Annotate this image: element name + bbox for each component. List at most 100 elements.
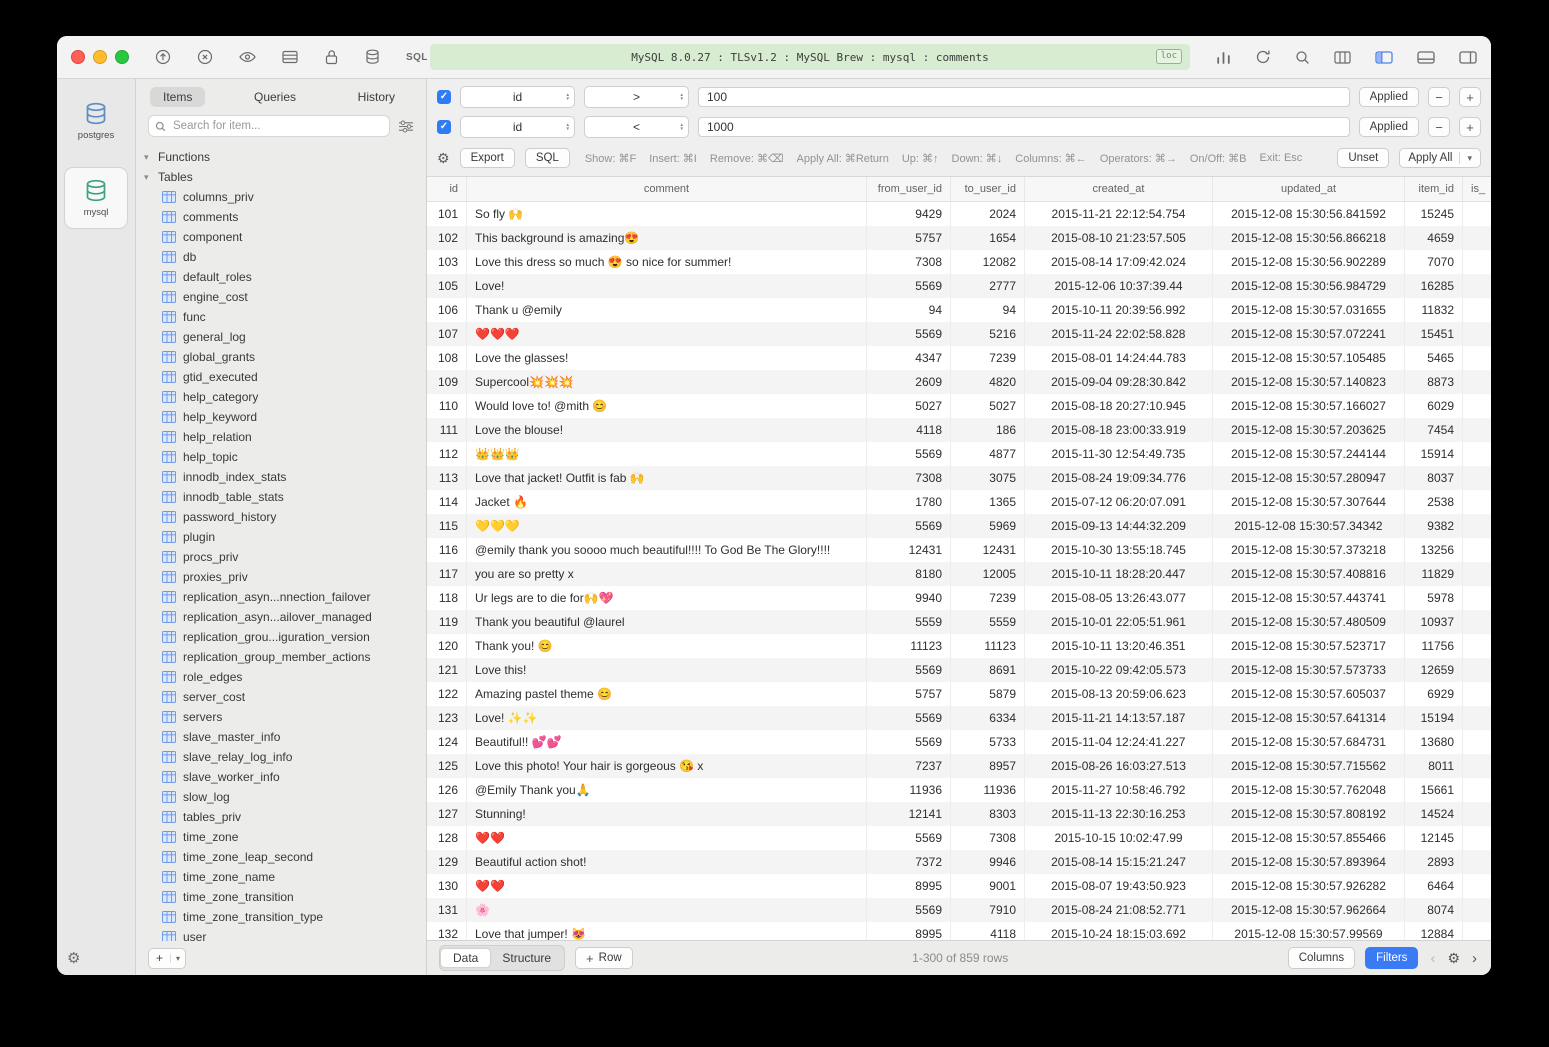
cell-id[interactable]: 106: [427, 298, 467, 322]
cell-is_[interactable]: [1463, 850, 1491, 874]
cell-created_at[interactable]: 2015-08-07 19:43:50.923: [1025, 874, 1213, 898]
cell-created_at[interactable]: 2015-07-12 06:20:07.091: [1025, 490, 1213, 514]
sidebar-table-procs_priv[interactable]: procs_priv: [144, 547, 426, 567]
toggle-bottom-panel-icon[interactable]: [1417, 48, 1435, 66]
table-row-110[interactable]: 110Would love to! @mith 😊502750272015-08…: [427, 394, 1491, 418]
cell-is_[interactable]: [1463, 874, 1491, 898]
cell-created_at[interactable]: 2015-08-14 17:09:42.024: [1025, 250, 1213, 274]
sidebar-table-help_topic[interactable]: help_topic: [144, 447, 426, 467]
cell-created_at[interactable]: 2015-12-06 10:37:39.44: [1025, 274, 1213, 298]
cell-item_id[interactable]: 10937: [1405, 610, 1463, 634]
cell-updated_at[interactable]: 2015-12-08 15:30:57.641314: [1213, 706, 1405, 730]
filter-column-select[interactable]: id ▲▼: [460, 116, 575, 138]
cell-item_id[interactable]: 8074: [1405, 898, 1463, 922]
table-row-114[interactable]: 114Jacket 🔥178013652015-07-12 06:20:07.0…: [427, 490, 1491, 514]
cell-is_[interactable]: [1463, 682, 1491, 706]
cell-to_user_id[interactable]: 5559: [951, 610, 1025, 634]
cell-id[interactable]: 108: [427, 346, 467, 370]
column-header-updated_at[interactable]: updated_at: [1213, 177, 1405, 201]
cell-from_user_id[interactable]: 1780: [867, 490, 951, 514]
cell-is_[interactable]: [1463, 634, 1491, 658]
sidebar-table-time_zone_transition_type[interactable]: time_zone_transition_type: [144, 907, 426, 927]
sidebar-table-user[interactable]: user: [144, 927, 426, 941]
cell-from_user_id[interactable]: 7372: [867, 850, 951, 874]
columns-button[interactable]: Columns: [1288, 947, 1355, 969]
cell-item_id[interactable]: 5978: [1405, 586, 1463, 610]
add-filter-button[interactable]: +: [1459, 117, 1481, 137]
table-row-130[interactable]: 130❤️❤️899590012015-08-07 19:43:50.92320…: [427, 874, 1491, 898]
cell-item_id[interactable]: 12659: [1405, 658, 1463, 682]
cell-comment[interactable]: Love the glasses!: [467, 346, 867, 370]
cell-is_[interactable]: [1463, 418, 1491, 442]
cell-comment[interactable]: you are so pretty x: [467, 562, 867, 586]
sidebar-table-servers[interactable]: servers: [144, 707, 426, 727]
cell-comment[interactable]: Love this dress so much 😍 so nice for su…: [467, 250, 867, 274]
cell-to_user_id[interactable]: 7239: [951, 586, 1025, 610]
cell-item_id[interactable]: 14524: [1405, 802, 1463, 826]
cell-from_user_id[interactable]: 4347: [867, 346, 951, 370]
cell-item_id[interactable]: 7454: [1405, 418, 1463, 442]
cell-id[interactable]: 103: [427, 250, 467, 274]
cell-item_id[interactable]: 8011: [1405, 754, 1463, 778]
cell-to_user_id[interactable]: 5027: [951, 394, 1025, 418]
sidebar-table-role_edges[interactable]: role_edges: [144, 667, 426, 687]
cell-is_[interactable]: [1463, 370, 1491, 394]
export-button[interactable]: Export: [460, 148, 515, 168]
filter-operator-select[interactable]: < ▲▼: [584, 116, 689, 138]
cell-updated_at[interactable]: 2015-12-08 15:30:57.855466: [1213, 826, 1405, 850]
cell-is_[interactable]: [1463, 562, 1491, 586]
sql-button[interactable]: SQL: [525, 148, 570, 168]
cell-comment[interactable]: ❤️❤️❤️: [467, 322, 867, 346]
table-row-116[interactable]: 116@emily thank you soooo much beautiful…: [427, 538, 1491, 562]
cell-id[interactable]: 102: [427, 226, 467, 250]
column-header-id[interactable]: id: [427, 177, 467, 201]
cell-id[interactable]: 118: [427, 586, 467, 610]
cell-to_user_id[interactable]: 7239: [951, 346, 1025, 370]
filter-value-input[interactable]: [698, 117, 1350, 137]
cell-created_at[interactable]: 2015-10-01 22:05:51.961: [1025, 610, 1213, 634]
cell-updated_at[interactable]: 2015-12-08 15:30:57.34342: [1213, 514, 1405, 538]
cell-is_[interactable]: [1463, 322, 1491, 346]
table-row-118[interactable]: 118Ur legs are to die for🙌💖994072392015-…: [427, 586, 1491, 610]
table-row-121[interactable]: 121Love this!556986912015-10-22 09:42:05…: [427, 658, 1491, 682]
tab-queries[interactable]: Queries: [241, 87, 309, 107]
cell-from_user_id[interactable]: 12431: [867, 538, 951, 562]
cell-created_at[interactable]: 2015-08-01 14:24:44.783: [1025, 346, 1213, 370]
cell-updated_at[interactable]: 2015-12-08 15:30:57.573733: [1213, 658, 1405, 682]
cell-to_user_id[interactable]: 94: [951, 298, 1025, 322]
cell-is_[interactable]: [1463, 658, 1491, 682]
table-row-125[interactable]: 125Love this photo! Your hair is gorgeou…: [427, 754, 1491, 778]
cell-comment[interactable]: So fly 🙌: [467, 202, 867, 226]
cell-from_user_id[interactable]: 5569: [867, 442, 951, 466]
sidebar-table-slow_log[interactable]: slow_log: [144, 787, 426, 807]
sidebar-table-password_history[interactable]: password_history: [144, 507, 426, 527]
sidebar-table-plugin[interactable]: plugin: [144, 527, 426, 547]
sidebar-table-replication_asyn...ailover_managed[interactable]: replication_asyn...ailover_managed: [144, 607, 426, 627]
cell-created_at[interactable]: 2015-09-04 09:28:30.842: [1025, 370, 1213, 394]
cell-item_id[interactable]: 15661: [1405, 778, 1463, 802]
cell-comment[interactable]: Amazing pastel theme 😊: [467, 682, 867, 706]
gear-icon[interactable]: ⚙: [1447, 950, 1460, 967]
cell-to_user_id[interactable]: 12082: [951, 250, 1025, 274]
remove-filter-button[interactable]: −: [1428, 87, 1450, 107]
previous-page-icon[interactable]: ‹: [1428, 950, 1437, 967]
cell-from_user_id[interactable]: 5559: [867, 610, 951, 634]
table-row-103[interactable]: 103Love this dress so much 😍 so nice for…: [427, 250, 1491, 274]
cell-to_user_id[interactable]: 4118: [951, 922, 1025, 940]
cell-created_at[interactable]: 2015-08-14 15:15:21.247: [1025, 850, 1213, 874]
cell-comment[interactable]: 💛💛💛: [467, 514, 867, 538]
cell-id[interactable]: 117: [427, 562, 467, 586]
close-window-button[interactable]: [71, 50, 85, 64]
cell-id[interactable]: 123: [427, 706, 467, 730]
cell-to_user_id[interactable]: 2024: [951, 202, 1025, 226]
cell-is_[interactable]: [1463, 226, 1491, 250]
chevron-down-icon[interactable]: ▾: [170, 954, 185, 963]
cell-is_[interactable]: [1463, 274, 1491, 298]
cell-comment[interactable]: Thank you! 😊: [467, 634, 867, 658]
table-row-111[interactable]: 111Love the blouse!41181862015-08-18 23:…: [427, 418, 1491, 442]
cell-updated_at[interactable]: 2015-12-08 15:30:57.203625: [1213, 418, 1405, 442]
cell-to_user_id[interactable]: 11936: [951, 778, 1025, 802]
cell-comment[interactable]: ❤️❤️: [467, 826, 867, 850]
cell-item_id[interactable]: 2893: [1405, 850, 1463, 874]
cell-to_user_id[interactable]: 8957: [951, 754, 1025, 778]
